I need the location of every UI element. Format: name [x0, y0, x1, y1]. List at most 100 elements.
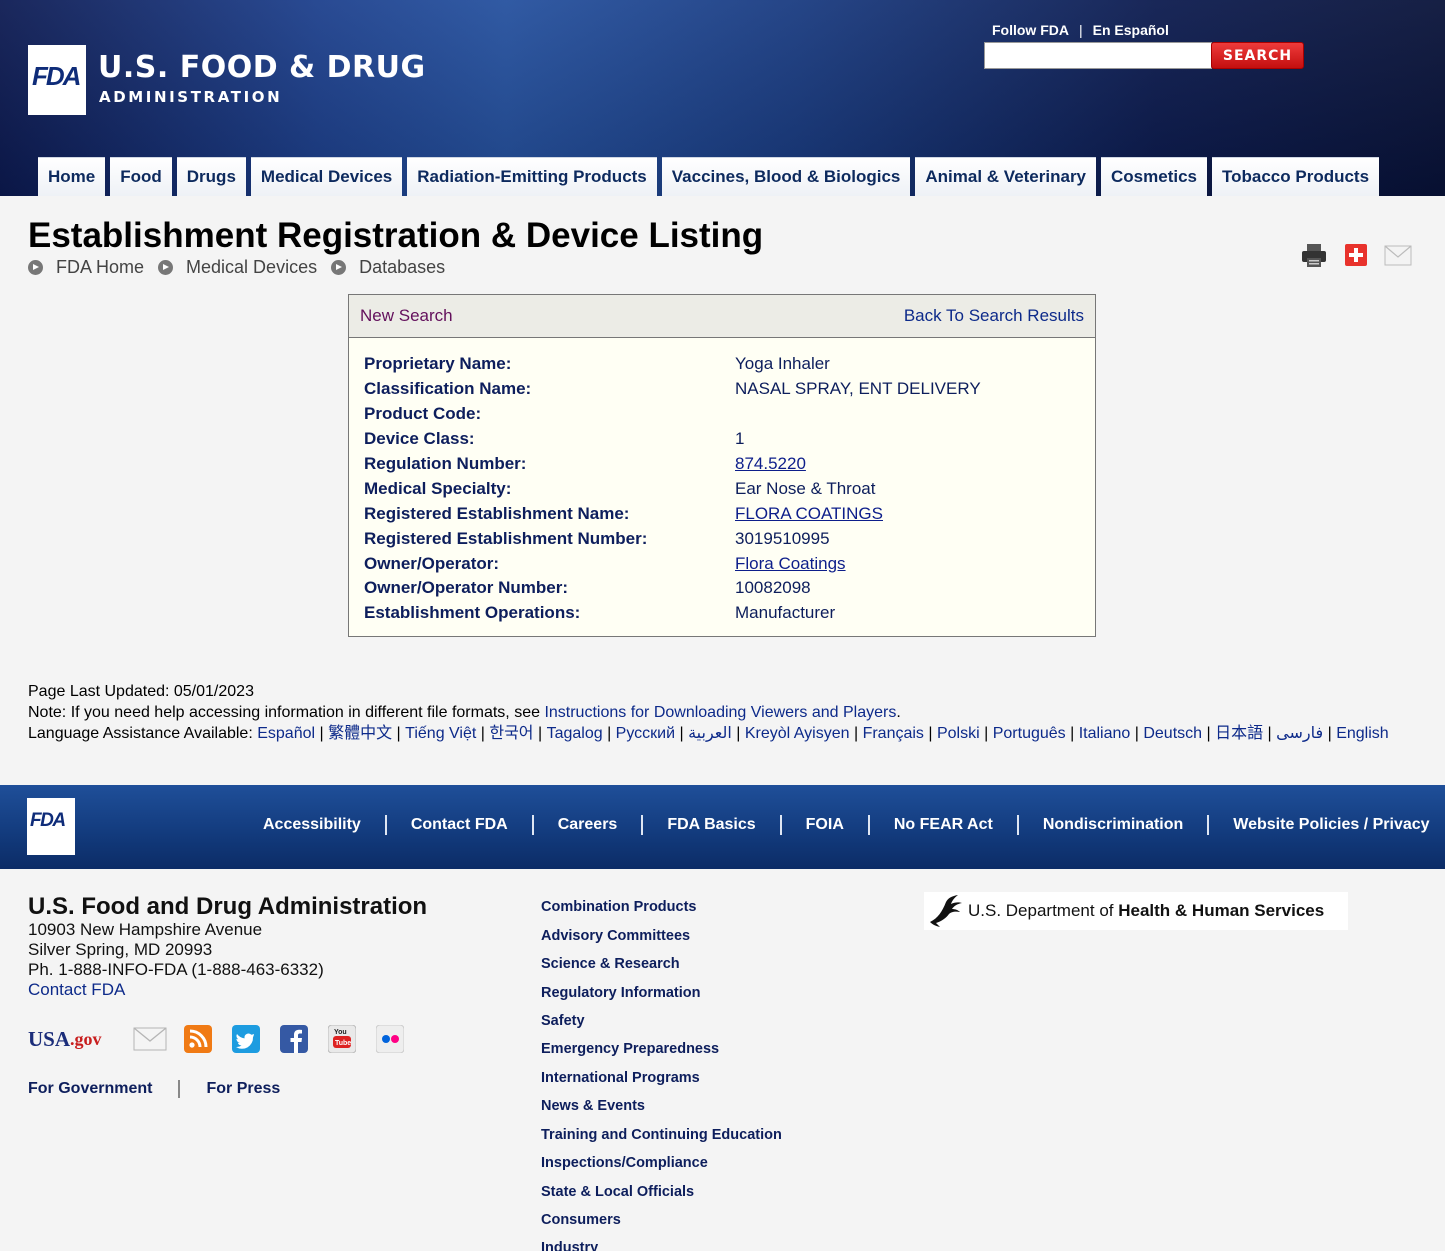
- twitter-icon[interactable]: [228, 1024, 264, 1054]
- language-link[interactable]: Tiếng Việt: [405, 725, 476, 742]
- language-separator: |: [675, 725, 689, 742]
- language-separator: |: [849, 725, 863, 742]
- language-link[interactable]: Français: [863, 725, 924, 742]
- footer-topic-link-safety[interactable]: Safety: [541, 1013, 585, 1029]
- instructions-link[interactable]: Instructions for Downloading Viewers and…: [544, 704, 896, 721]
- language-link[interactable]: 日本語: [1215, 725, 1263, 742]
- hhs-logo[interactable]: U.S. Department of Health & Human Servic…: [924, 892, 1348, 930]
- breadcrumb-link-databases[interactable]: Databases: [359, 257, 445, 278]
- nav-tab-cosmetics[interactable]: Cosmetics: [1101, 157, 1207, 196]
- footer-topic-link-state-local-officials[interactable]: State & Local Officials: [541, 1184, 694, 1200]
- language-link[interactable]: Español: [257, 725, 315, 742]
- footer-nav-link-no-fear-act[interactable]: No FEAR Act: [894, 816, 993, 834]
- footer-topic-link-inspections-compliance[interactable]: Inspections/Compliance: [541, 1155, 708, 1171]
- language-link[interactable]: Tagalog: [547, 725, 603, 742]
- footer-topic-link-combination-products[interactable]: Combination Products: [541, 899, 696, 915]
- detail-value: Manufacturer: [735, 603, 836, 623]
- search-input[interactable]: [984, 42, 1212, 69]
- language-link[interactable]: Kreyòl Ayisyen: [745, 725, 850, 742]
- email-icon[interactable]: [132, 1024, 168, 1054]
- language-link[interactable]: 한국어: [489, 725, 533, 742]
- back-to-search-results-link[interactable]: Back To Search Results: [904, 306, 1084, 326]
- phone-line: Ph. 1-888-INFO-FDA (1-888-463-6332): [28, 960, 324, 979]
- language-link[interactable]: العربية: [688, 725, 732, 742]
- language-link[interactable]: Italiano: [1079, 725, 1131, 742]
- footer-topic-link-industry[interactable]: Industry: [541, 1240, 598, 1251]
- print-icon[interactable]: [1300, 241, 1328, 269]
- footer-topic-link-training-and-continuing-education[interactable]: Training and Continuing Education: [541, 1127, 782, 1143]
- language-link[interactable]: فارسی: [1276, 725, 1323, 742]
- usagov-logo[interactable]: USA .gov: [28, 1024, 120, 1054]
- footer-topic-item: International Programs: [541, 1064, 782, 1092]
- org-name: U.S. Food and Drug Administration: [28, 893, 428, 920]
- email-icon[interactable]: [1384, 241, 1412, 269]
- language-link[interactable]: 繁體中文: [328, 725, 392, 742]
- footer-topic-item: Regulatory Information: [541, 978, 782, 1006]
- footer-topic-link-news-events[interactable]: News & Events: [541, 1098, 645, 1114]
- facebook-icon[interactable]: [276, 1024, 312, 1054]
- language-link[interactable]: English: [1336, 725, 1388, 742]
- language-separator: |: [1065, 725, 1079, 742]
- nav-tab-vaccines-blood-biologics[interactable]: Vaccines, Blood & Biologics: [661, 157, 911, 196]
- search-button[interactable]: SEARCH: [1211, 42, 1304, 69]
- new-search-link[interactable]: New Search: [360, 306, 453, 326]
- language-link[interactable]: Polski: [937, 725, 980, 742]
- language-link[interactable]: Deutsch: [1143, 725, 1202, 742]
- rss-icon[interactable]: [180, 1024, 216, 1054]
- footer-nav-link-fda-basics[interactable]: FDA Basics: [667, 816, 755, 834]
- detail-value-link[interactable]: 874.5220: [735, 454, 806, 474]
- nav-tab-animal-veterinary[interactable]: Animal & Veterinary: [915, 157, 1097, 196]
- detail-value: 10082098: [735, 578, 811, 598]
- footer-nav-link-nondiscrimination[interactable]: Nondiscrimination: [1043, 816, 1183, 834]
- for-government-link[interactable]: For Government: [28, 1080, 152, 1098]
- footer-topic-item: Combination Products: [541, 893, 782, 921]
- page-info: Page Last Updated: 05/01/2023 Note: If y…: [28, 681, 1423, 744]
- nav-tab-medical-devices[interactable]: Medical Devices: [250, 157, 403, 196]
- flickr-icon[interactable]: [372, 1024, 408, 1054]
- language-link[interactable]: Português: [993, 725, 1066, 742]
- breadcrumb-arrow-icon: [331, 260, 347, 275]
- hhs-eagle-icon: [930, 895, 962, 927]
- language-separator: |: [979, 725, 993, 742]
- footer-nav-link-website-policies-privacy[interactable]: Website Policies / Privacy: [1233, 816, 1429, 834]
- youtube-icon[interactable]: You Tube: [324, 1024, 360, 1054]
- hhs-text: U.S. Department of Health & Human Servic…: [968, 901, 1324, 921]
- footer-nav-link-careers[interactable]: Careers: [558, 816, 618, 834]
- detail-label: Owner/Operator Number:: [364, 578, 569, 598]
- detail-value-link[interactable]: FLORA COATINGS: [735, 504, 883, 524]
- footer-topic-item: Industry: [541, 1234, 782, 1251]
- nav-tab-home[interactable]: Home: [38, 157, 106, 196]
- nav-tab-food[interactable]: Food: [110, 157, 172, 196]
- org-address: 10903 New Hampshire Avenue Silver Spring…: [28, 920, 324, 1000]
- usagov-suffix: .gov: [70, 1028, 102, 1049]
- footer-topic-link-science-research[interactable]: Science & Research: [541, 956, 680, 972]
- svg-text:You: You: [334, 1029, 347, 1036]
- contact-fda-link[interactable]: Contact FDA: [28, 980, 125, 999]
- detail-value-link[interactable]: Flora Coatings: [735, 554, 846, 574]
- footer-topic-link-international-programs[interactable]: International Programs: [541, 1070, 700, 1086]
- footer-topic-link-regulatory-information[interactable]: Regulatory Information: [541, 985, 701, 1001]
- footer-nav-link-foia[interactable]: FOIA: [806, 816, 844, 834]
- fda-logo[interactable]: FDA: [28, 45, 86, 115]
- footer-topic-link-emergency-preparedness[interactable]: Emergency Preparedness: [541, 1041, 719, 1057]
- footer-topic-link-consumers[interactable]: Consumers: [541, 1212, 621, 1228]
- share-plus-icon[interactable]: [1342, 241, 1370, 269]
- nav-tab-radiation-emitting-products[interactable]: Radiation-Emitting Products: [407, 157, 657, 196]
- language-link[interactable]: Русский: [616, 725, 675, 742]
- footer-nav-link-contact-fda[interactable]: Contact FDA: [411, 816, 508, 834]
- for-press-link[interactable]: For Press: [206, 1080, 280, 1098]
- nav-tab-drugs[interactable]: Drugs: [176, 157, 246, 196]
- language-separator: |: [392, 725, 406, 742]
- en-espanol-link[interactable]: En Español: [1093, 22, 1169, 38]
- follow-fda-link[interactable]: Follow FDA: [992, 22, 1069, 38]
- footer-nav-link-accessibility[interactable]: Accessibility: [263, 816, 361, 834]
- breadcrumb-item: FDA Home: [28, 257, 144, 278]
- footer-nav-separator: [779, 815, 782, 835]
- nav-tab-tobacco-products[interactable]: Tobacco Products: [1212, 157, 1380, 196]
- gov-press-separator: [178, 1080, 181, 1098]
- breadcrumb-link-medical-devices[interactable]: Medical Devices: [186, 257, 317, 278]
- address-line-2: Silver Spring, MD 20993: [28, 940, 213, 959]
- breadcrumb-link-fda-home[interactable]: FDA Home: [56, 257, 144, 278]
- footer-fda-logo[interactable]: FDA: [27, 798, 75, 855]
- footer-topic-link-advisory-committees[interactable]: Advisory Committees: [541, 928, 690, 944]
